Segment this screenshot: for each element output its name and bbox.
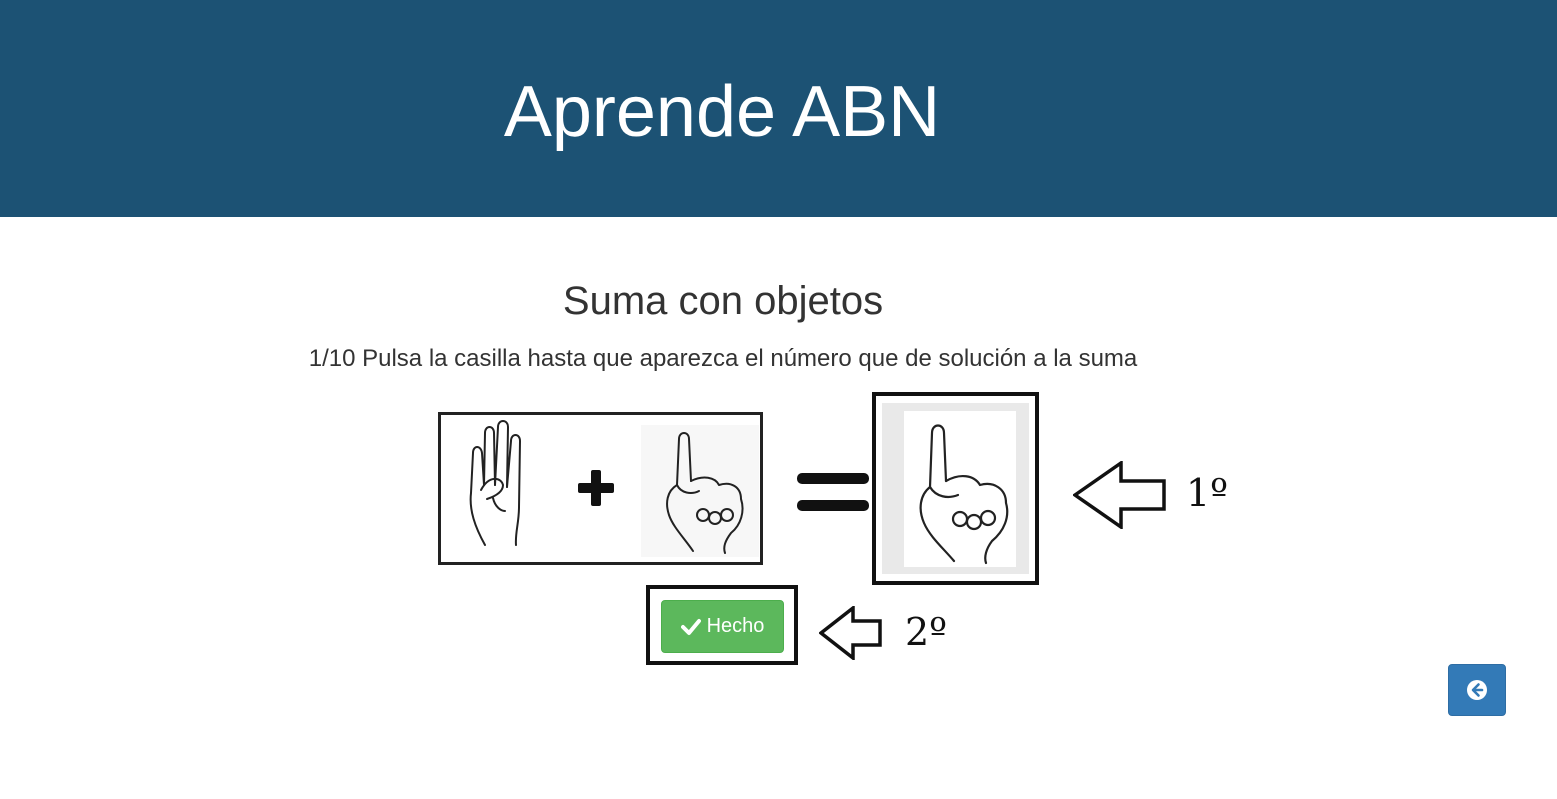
equals-icon <box>797 473 869 511</box>
header-bar: Aprende ABN <box>0 0 1557 217</box>
done-button[interactable]: Hecho <box>661 600 784 653</box>
exercise-instruction: 1/10 Pulsa la casilla hasta que aparezca… <box>308 345 1138 372</box>
addition-problem-drawing: + <box>469 420 759 557</box>
plus-icon <box>578 470 614 506</box>
arrow-circle-left-icon <box>1467 680 1487 700</box>
arrow-left-icon-step1 <box>1073 461 1166 529</box>
check-icon <box>680 618 701 635</box>
one-finger-hand-answer-icon <box>919 424 1009 565</box>
four-fingers-hand-icon <box>469 420 521 546</box>
back-button[interactable] <box>1448 664 1506 716</box>
app-title: Aprende ABN <box>503 72 941 152</box>
arrow-left-icon-step2 <box>819 606 882 660</box>
answer-tile-background <box>882 403 1029 574</box>
step-1-label: 1º <box>1186 471 1229 515</box>
step-2-label: 2º <box>905 610 948 654</box>
done-button-label: Hecho <box>706 615 765 637</box>
answer-tile[interactable] <box>872 392 1039 585</box>
answer-card <box>904 411 1016 567</box>
one-finger-hand-icon <box>641 425 759 557</box>
page-title: Suma con objetos <box>562 279 884 323</box>
addition-problem-image: + <box>438 412 763 565</box>
